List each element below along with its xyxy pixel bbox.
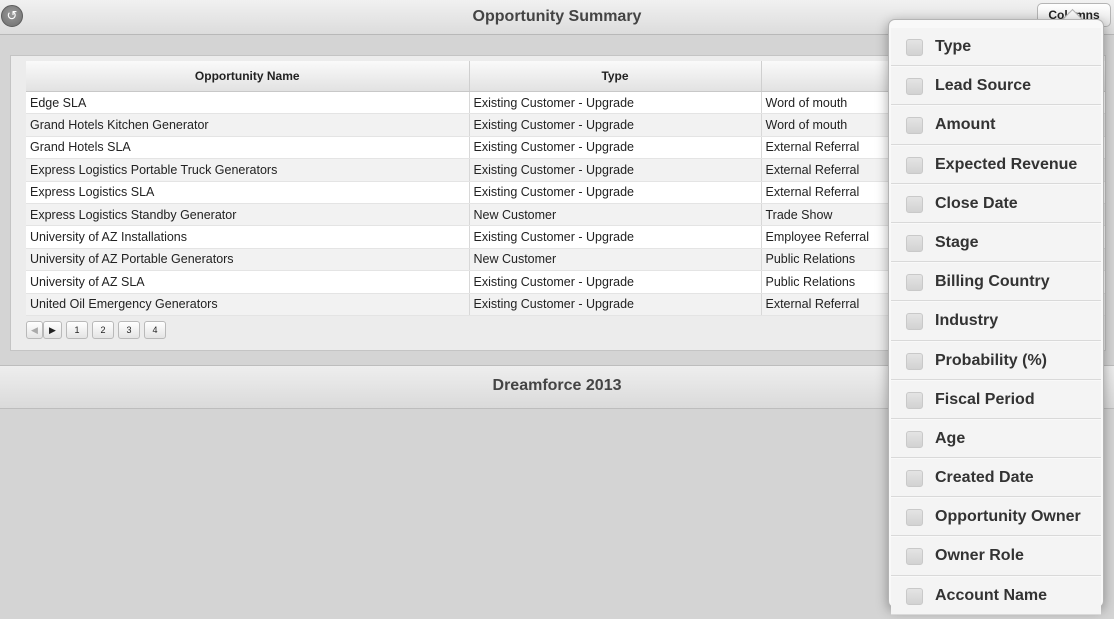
checkbox-icon[interactable] — [906, 234, 923, 252]
checkbox-icon[interactable] — [906, 587, 923, 605]
cell-type: Existing Customer - Upgrade — [469, 136, 762, 160]
column-option[interactable]: Billing Country — [891, 263, 1101, 302]
page-button-1[interactable]: 1 — [66, 321, 88, 339]
column-option[interactable]: Type — [891, 28, 1101, 67]
cell-type: New Customer — [469, 248, 762, 272]
column-option-label: Owner Role — [935, 547, 1024, 565]
column-list: Type Lead Source Amount Expected Revenue Clo… — [889, 28, 1103, 616]
checkbox-icon[interactable] — [906, 430, 923, 448]
cell-opportunity-name: University of AZ Portable Generators — [26, 248, 470, 272]
cell-opportunity-name: University of AZ SLA — [26, 270, 470, 294]
cell-type: New Customer — [469, 203, 762, 227]
checkbox-icon[interactable] — [906, 509, 923, 527]
column-option[interactable]: Lead Source — [891, 67, 1101, 106]
checkbox-icon[interactable] — [906, 313, 923, 331]
cell-type: Existing Customer - Upgrade — [469, 158, 762, 182]
columns-popover: Type Lead Source Amount Expected Revenue Clo… — [888, 19, 1104, 615]
column-option-label: Stage — [935, 233, 979, 251]
prev-page-button[interactable]: ◀ — [26, 321, 43, 339]
column-option[interactable]: Age — [891, 419, 1101, 459]
column-option[interactable]: Account Name — [891, 576, 1101, 615]
next-page-button[interactable]: ▶ — [43, 321, 62, 339]
column-option-label: Type — [935, 38, 972, 55]
cell-opportunity-name: Grand Hotels SLA — [26, 136, 470, 160]
cell-opportunity-name: Express Logistics SLA — [26, 181, 470, 204]
checkbox-icon[interactable] — [906, 78, 923, 96]
cell-opportunity-name: Grand Hotels Kitchen Generator — [26, 113, 470, 137]
checkbox-icon[interactable] — [906, 39, 923, 56]
cell-opportunity-name: Edge SLA — [26, 91, 470, 115]
column-option-label: Close Date — [935, 194, 1018, 212]
page-button-3[interactable]: 3 — [118, 321, 140, 339]
column-option[interactable]: Fiscal Period — [891, 380, 1101, 419]
chevron-left-icon: ◀ — [31, 325, 38, 335]
column-option-label: Opportunity Owner — [935, 508, 1081, 526]
app-page: ↺ Opportunity Summary Columns Opportunit… — [0, 0, 1114, 619]
column-option-label: Account Name — [935, 586, 1048, 604]
cell-type: Existing Customer - Upgrade — [469, 225, 762, 249]
column-option-label: Amount — [935, 116, 996, 134]
column-option-label: Expected Revenue — [935, 155, 1078, 173]
page-button-4[interactable]: 4 — [144, 321, 166, 339]
cell-type: Existing Customer - Upgrade — [469, 293, 762, 316]
column-option[interactable]: Stage — [891, 223, 1101, 263]
checkbox-icon[interactable] — [906, 117, 923, 135]
column-option[interactable]: Probability (%) — [891, 341, 1101, 380]
checkbox-icon[interactable] — [906, 156, 923, 174]
column-option-label: Lead Source — [935, 77, 1032, 95]
checkbox-icon[interactable] — [906, 195, 923, 213]
column-header-opportunity-name[interactable]: Opportunity Name — [26, 61, 470, 92]
cell-type: Existing Customer - Upgrade — [469, 270, 762, 294]
column-option[interactable]: Amount — [891, 106, 1101, 145]
column-option[interactable]: Expected Revenue — [891, 145, 1101, 184]
column-option-label: Created Date — [935, 469, 1034, 487]
column-option[interactable]: Owner Role — [891, 537, 1101, 576]
column-option-label: Fiscal Period — [935, 390, 1035, 408]
cell-type: Existing Customer - Upgrade — [469, 91, 762, 115]
checkbox-icon[interactable] — [906, 548, 923, 566]
column-option-label: Probability (%) — [935, 351, 1048, 369]
cell-opportunity-name: University of AZ Installations — [26, 225, 470, 249]
column-option[interactable]: Close Date — [891, 184, 1101, 223]
chevron-right-icon: ▶ — [49, 325, 56, 335]
checkbox-icon[interactable] — [906, 274, 923, 292]
cell-opportunity-name: Express Logistics Portable Truck Generat… — [26, 158, 470, 182]
checkbox-icon[interactable] — [906, 470, 923, 488]
checkbox-icon[interactable] — [906, 391, 923, 409]
column-option-label: Industry — [935, 312, 999, 330]
column-option-label: Age — [935, 429, 966, 447]
column-option-label: Billing Country — [935, 273, 1050, 291]
column-header-type[interactable]: Type — [469, 61, 762, 92]
column-option[interactable]: Created Date — [891, 459, 1101, 498]
checkbox-icon[interactable] — [906, 352, 923, 370]
cell-type: Existing Customer - Upgrade — [469, 181, 762, 204]
column-option[interactable]: Industry — [891, 302, 1101, 341]
page-button-2[interactable]: 2 — [92, 321, 114, 339]
column-option[interactable]: Opportunity Owner — [891, 498, 1101, 537]
cell-opportunity-name: Express Logistics Standby Generator — [26, 203, 470, 227]
cell-opportunity-name: United Oil Emergency Generators — [26, 293, 470, 316]
cell-type: Existing Customer - Upgrade — [469, 113, 762, 137]
